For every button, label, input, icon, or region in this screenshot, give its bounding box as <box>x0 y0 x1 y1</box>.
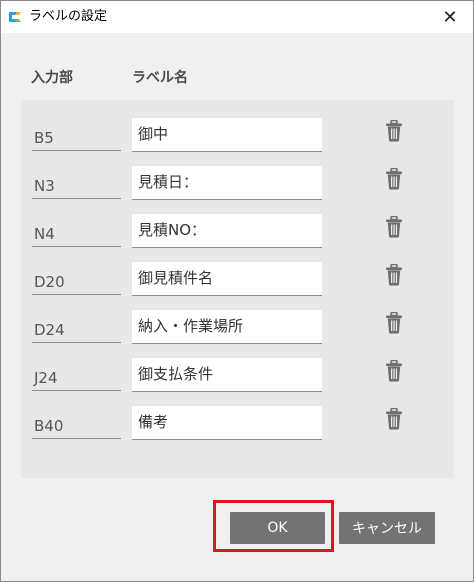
label-list-panel: B5 御中 N3 見積日： N4 見積NO： D20 御見積件名 D24 納入・… <box>21 100 454 478</box>
dialog-title: ラベルの設定 <box>29 9 108 24</box>
trash-icon[interactable] <box>385 264 403 286</box>
label-name-input[interactable]: 見積日： <box>132 166 322 200</box>
title-bar: ラベルの設定 ✕ <box>1 1 473 33</box>
label-row: B40 備考 <box>21 406 454 440</box>
label-row: N4 見積NO： <box>21 214 454 248</box>
input-part-cell: J24 <box>32 365 121 391</box>
cancel-button[interactable]: キャンセル <box>339 512 435 544</box>
trash-icon[interactable] <box>385 360 403 382</box>
label-row: J24 御支払条件 <box>21 358 454 392</box>
label-row: D24 納入・作業場所 <box>21 310 454 344</box>
close-icon: ✕ <box>442 6 458 28</box>
input-part-cell: B40 <box>32 413 121 439</box>
label-row: B5 御中 <box>21 118 454 152</box>
label-name-input[interactable]: 御見積件名 <box>132 262 322 296</box>
label-settings-dialog: ラベルの設定 ✕ 入力部 ラベル名 B5 御中 N3 見積日： N4 見積NO：… <box>0 0 474 582</box>
label-row: N3 見積日： <box>21 166 454 200</box>
input-part-cell: N3 <box>32 173 121 199</box>
input-part-cell: N4 <box>32 221 121 247</box>
trash-icon[interactable] <box>385 408 403 430</box>
input-part-cell: D20 <box>32 269 121 295</box>
label-name-input[interactable]: 納入・作業場所 <box>132 310 322 344</box>
input-part-cell: D24 <box>32 317 121 343</box>
input-part-header: 入力部 <box>31 70 73 86</box>
label-name-input[interactable]: 御中 <box>132 118 322 152</box>
trash-icon[interactable] <box>385 120 403 142</box>
trash-icon[interactable] <box>385 216 403 238</box>
trash-icon[interactable] <box>385 312 403 334</box>
label-name-input[interactable]: 御支払条件 <box>132 358 322 392</box>
label-name-input[interactable]: 備考 <box>132 406 322 440</box>
trash-icon[interactable] <box>385 168 403 190</box>
input-part-cell: B5 <box>32 125 121 151</box>
label-name-header: ラベル名 <box>132 70 188 86</box>
close-button[interactable]: ✕ <box>427 1 473 33</box>
label-name-input[interactable]: 見積NO： <box>132 214 322 248</box>
ok-button[interactable]: OK <box>230 512 325 544</box>
app-logo-icon <box>9 12 21 22</box>
label-row: D20 御見積件名 <box>21 262 454 296</box>
